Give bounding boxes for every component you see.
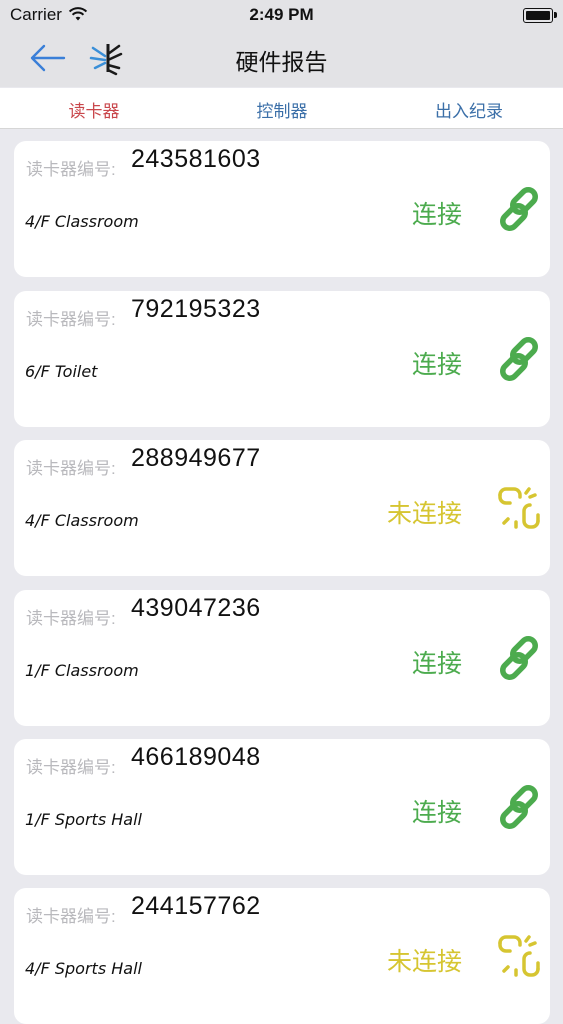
navigation-bar: 硬件报告 — [0, 30, 563, 87]
page-title: 硬件报告 — [235, 49, 328, 75]
reader-id: 243581603 — [131, 145, 261, 173]
reader-location: 6/F Toilet — [25, 362, 98, 381]
reader-card[interactable]: 读卡器编号: 244157762 4/F Sports Hall 未连接 — [14, 888, 550, 1024]
tab-controllers[interactable]: 控制器 — [188, 97, 376, 122]
connection-status: 连接 — [411, 351, 462, 379]
broken-link-icon[interactable] — [496, 933, 542, 979]
reader-id: 466189048 — [131, 743, 261, 771]
tab-bar: 读卡器 控制器 出入纪录 — [0, 88, 563, 129]
tab-card-readers[interactable]: 读卡器 — [0, 97, 188, 122]
connection-status: 未连接 — [386, 500, 462, 528]
reader-card[interactable]: 读卡器编号: 243581603 4/F Classroom 连接 — [14, 141, 550, 277]
reader-card[interactable]: 读卡器编号: 439047236 1/F Classroom 连接 — [14, 590, 550, 726]
connection-status: 连接 — [411, 201, 462, 229]
status-bar: Carrier 2:49 PM — [0, 0, 563, 30]
reader-location: 4/F Classroom — [25, 212, 139, 231]
reader-card[interactable]: 读卡器编号: 466189048 1/F Sports Hall 连接 — [14, 739, 550, 875]
link-icon[interactable] — [496, 336, 542, 382]
reader-id-label: 读卡器编号: — [26, 160, 116, 179]
battery-icon — [523, 8, 557, 23]
link-icon[interactable] — [496, 784, 542, 830]
reader-location: 1/F Classroom — [25, 661, 139, 680]
reader-card[interactable]: 读卡器编号: 792195323 6/F Toilet 连接 — [14, 291, 550, 427]
link-icon[interactable] — [496, 186, 542, 232]
reader-id-label: 读卡器编号: — [26, 459, 116, 478]
reader-id: 244157762 — [131, 892, 261, 920]
tab-access-records[interactable]: 出入纪录 — [375, 97, 563, 122]
connection-status: 连接 — [411, 799, 462, 827]
reader-id: 439047236 — [131, 594, 261, 622]
reader-location: 1/F Sports Hall — [25, 810, 142, 829]
reader-location: 4/F Classroom — [25, 511, 139, 530]
reader-id-label: 读卡器编号: — [26, 907, 116, 926]
reader-id-label: 读卡器编号: — [26, 310, 116, 329]
connection-status: 连接 — [411, 650, 462, 678]
broken-link-icon[interactable] — [496, 485, 542, 531]
link-icon[interactable] — [496, 635, 542, 681]
reader-id-label: 读卡器编号: — [26, 609, 116, 628]
reader-id: 792195323 — [131, 295, 261, 323]
reader-location: 4/F Sports Hall — [25, 959, 142, 978]
reader-id: 288949677 — [131, 444, 261, 472]
reader-card[interactable]: 读卡器编号: 288949677 4/F Classroom 未连接 — [14, 440, 550, 576]
connection-status: 未连接 — [386, 948, 462, 976]
reader-id-label: 读卡器编号: — [26, 758, 116, 777]
clock: 2:49 PM — [249, 5, 314, 24]
